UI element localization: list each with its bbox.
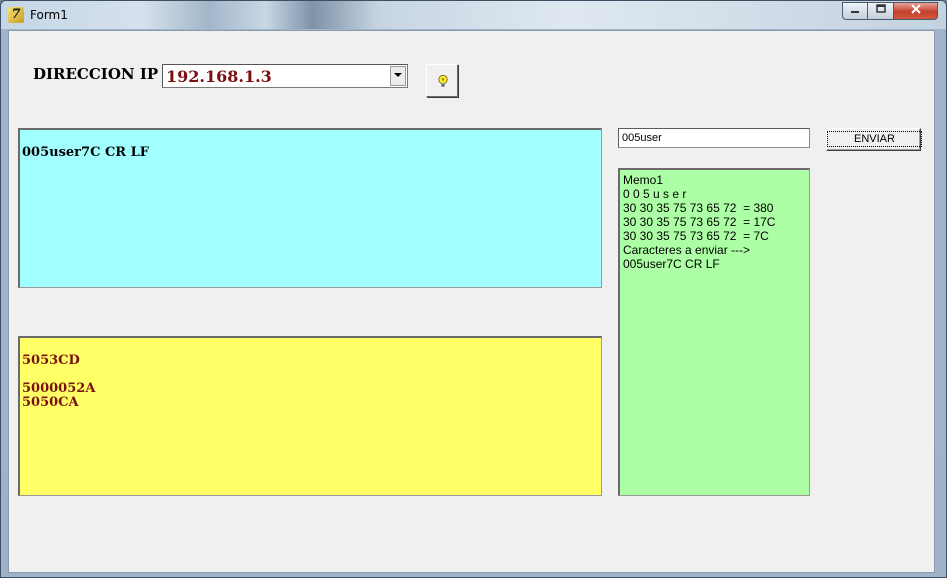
close-button[interactable] (894, 2, 938, 20)
ip-combobox[interactable]: 192.168.1.3 (162, 64, 408, 88)
memo-line: 5000052A (22, 381, 96, 396)
memo-line: 30 30 35 75 73 65 72 = 7C (623, 229, 769, 243)
memo-line: 30 30 35 75 73 65 72 = 17C (623, 215, 776, 229)
log-memo-text: Memo1 0 0 5 u s e r 30 30 35 75 73 65 72… (623, 173, 775, 271)
memo-line: 30 30 35 75 73 65 72 = 380 (623, 201, 774, 215)
delphi-icon: 7 (8, 7, 24, 23)
received-memo[interactable]: 005user7C CR LF (18, 128, 602, 288)
send-button-label: ENVIAR (827, 131, 922, 147)
window-title: Form1 (30, 8, 68, 22)
chevron-down-icon (394, 73, 402, 77)
ip-label: DIRECCION IP (33, 65, 159, 83)
memo-line: 5053CD (22, 353, 80, 368)
response-memo[interactable]: 5053CD ​ 5000052A 5050CA (18, 336, 602, 496)
memo-line: 0 0 5 u s e r (623, 187, 687, 201)
form-client-area: DIRECCION IP 192.168.1.3 005user7C CR LF… (8, 30, 935, 573)
memo-line: 5050CA (22, 395, 79, 410)
connect-button[interactable] (426, 64, 458, 97)
minimize-icon (851, 11, 859, 13)
close-icon (910, 4, 921, 14)
caption-buttons (842, 2, 938, 20)
title-bar[interactable]: 7 Form1 (1, 1, 946, 29)
memo-line: Memo1 (623, 173, 664, 187)
memo-line: ​ (22, 368, 95, 382)
memo-line: Caracteres a enviar ---> (623, 243, 751, 257)
ip-combobox-value[interactable]: 192.168.1.3 (166, 67, 272, 86)
minimize-button[interactable] (842, 2, 868, 20)
app-window: 7 Form1 DIRECCION IP 192.168.1.3 005user… (0, 0, 947, 578)
memo-line: 005user7C CR LF (22, 145, 149, 160)
received-memo-text: 005user7C CR LF (22, 146, 149, 160)
log-memo[interactable]: Memo1 0 0 5 u s e r 30 30 35 75 73 65 72… (618, 168, 810, 496)
send-text-input[interactable] (618, 128, 810, 148)
memo-line: 005user7C CR LF (623, 257, 720, 271)
lightbulb-icon (438, 74, 448, 87)
response-memo-text: 5053CD ​ 5000052A 5050CA (22, 354, 95, 410)
maximize-icon (875, 4, 886, 13)
maximize-button[interactable] (868, 2, 894, 20)
ip-dropdown-button[interactable] (390, 66, 406, 86)
send-button[interactable]: ENVIAR (826, 128, 922, 151)
